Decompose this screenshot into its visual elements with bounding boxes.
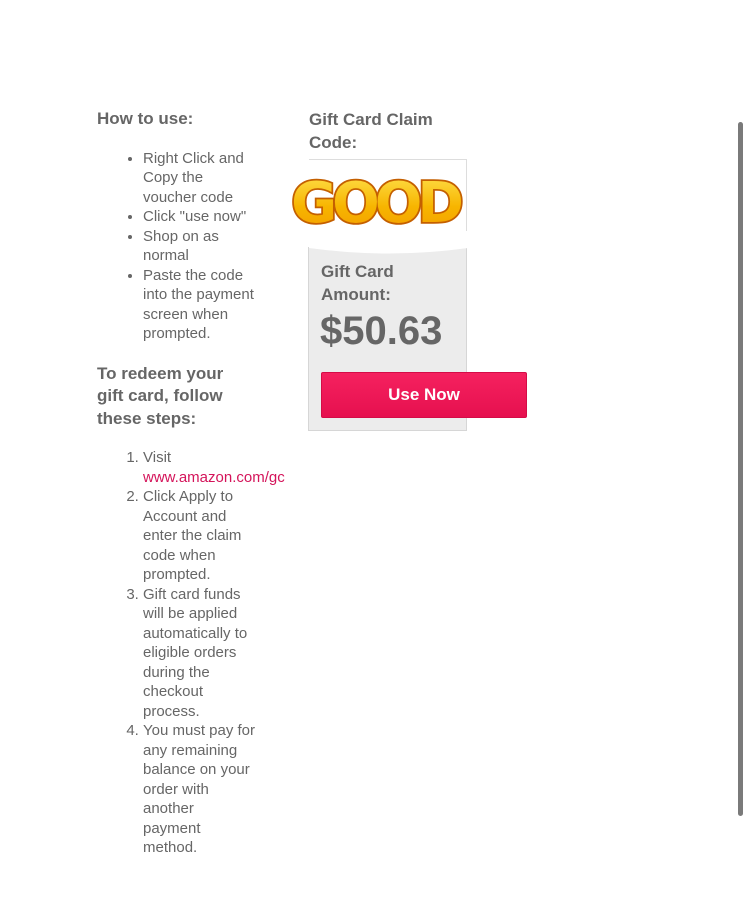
list-item: Visit www.amazon.com/gc	[143, 448, 303, 487]
usage-list: Right Click and Copy the voucher code Cl…	[97, 149, 255, 344]
redeem-steps-list: Visit www.amazon.com/gc Click Apply to A…	[97, 448, 285, 858]
scrollbar-thumb[interactable]	[738, 122, 743, 816]
use-now-button[interactable]: Use Now	[321, 372, 527, 418]
claim-code-heading: Gift Card Claim Code:	[309, 110, 433, 152]
list-item: You must pay for any remaining balance o…	[143, 721, 255, 858]
claim-code-image[interactable]: GOOD	[284, 168, 466, 234]
redeem-heading: To redeem your gift card, follow these s…	[97, 363, 224, 428]
how-to-use-heading: How to use:	[97, 109, 194, 128]
panel-curve	[309, 247, 468, 254]
list-item: Right Click and Copy the voucher code	[143, 149, 255, 208]
amazon-gc-link[interactable]: www.amazon.com/gc	[143, 469, 285, 486]
list-item: Click "use now"	[143, 207, 255, 227]
amount-value: $50.63	[320, 309, 443, 353]
list-item: Gift card funds will be applied automati…	[143, 585, 255, 722]
list-item: Paste the code into the payment screen w…	[143, 266, 255, 344]
list-item: Click Apply to Account and enter the cla…	[143, 487, 255, 585]
amount-label: Gift Card Amount:	[321, 262, 394, 304]
instructions-column: How to use: Right Click and Copy the vou…	[97, 108, 297, 858]
claim-code-image-text: GOOD	[291, 171, 461, 234]
list-item: Shop on as normal	[143, 227, 255, 266]
step-visit-text: Visit	[143, 449, 172, 466]
